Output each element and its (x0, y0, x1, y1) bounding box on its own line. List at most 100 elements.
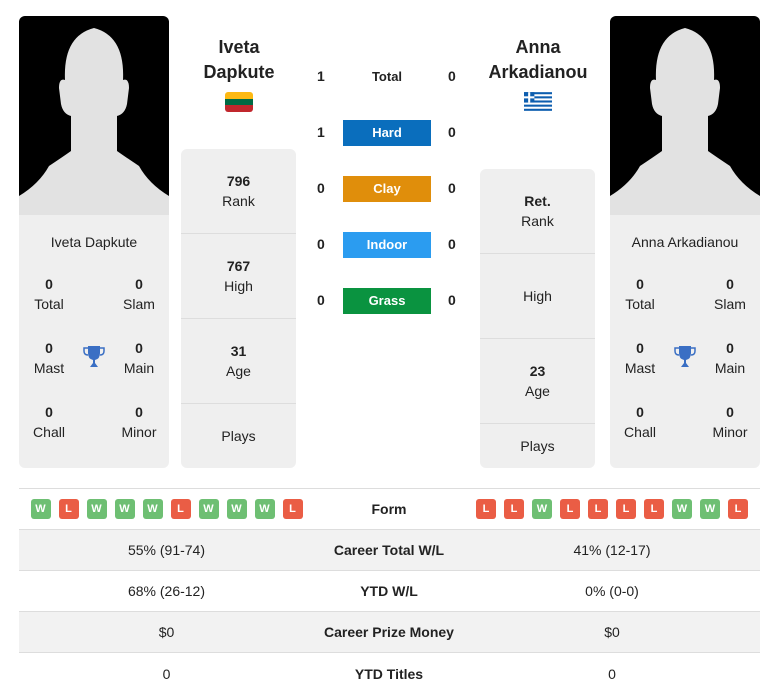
player2-titles-chall: 0 Chall (610, 402, 670, 442)
player2-plays: Plays (480, 424, 595, 468)
label: Mast (33, 360, 65, 376)
player2-header-name[interactable]: Anna Arkadianou (468, 35, 608, 85)
value: 0 (135, 404, 143, 420)
label: Age (525, 383, 550, 399)
p2-value: 0 (448, 236, 456, 252)
label: Chall (33, 424, 65, 440)
surface-grass-badge[interactable]: Grass (343, 288, 431, 314)
h2h-total-row: 1 Total 0 (300, 64, 475, 90)
value: 0 (45, 340, 53, 356)
p2-value: 0 (448, 180, 456, 196)
value: 0 (726, 340, 734, 356)
lithuania-flag-icon (225, 92, 253, 112)
avatar-silhouette-icon (19, 28, 169, 215)
form-win-badge[interactable]: W (142, 499, 163, 519)
value: 0 (726, 404, 734, 420)
h2h-hard-row: 1 Hard 0 (300, 120, 475, 146)
p1-value: 0 (317, 180, 325, 196)
form-win-badge[interactable]: W (114, 499, 135, 519)
player2-age: 23 Age (480, 339, 595, 424)
row-label: Career Total W/L (333, 542, 445, 558)
player2-titles-slam: 0 Slam (700, 274, 760, 314)
form-loss-badge[interactable]: L (588, 499, 608, 519)
p2-value: 0 (448, 124, 456, 140)
player2-full-name[interactable]: Anna Arkadianou (610, 234, 760, 254)
trophy-icon (83, 346, 105, 367)
player1-high: 767 High (181, 234, 296, 319)
player1-titles-main: 0 Main (109, 338, 169, 378)
table-row: 68% (26-12) YTD W/L 0% (0-0) (19, 571, 760, 612)
label: Total (34, 296, 64, 312)
value: 767 (226, 258, 251, 274)
value: 0 (636, 404, 644, 420)
player1-titles-chall: 0 Chall (19, 402, 79, 442)
table-row: $0 Career Prize Money $0 (19, 612, 760, 653)
surface-clay-badge[interactable]: Clay (343, 176, 431, 202)
value: 0 (636, 340, 644, 356)
label: Age (226, 363, 251, 379)
table-row: 0 YTD Titles 0 (19, 653, 760, 694)
form-loss-badge[interactable]: L (504, 499, 524, 519)
value: Ret. (524, 193, 551, 209)
player1-value: $0 (158, 624, 175, 640)
form-loss-badge[interactable]: L (170, 499, 191, 519)
player2-card: Anna Arkadianou 0 Total 0 Slam 0 Mast 0 … (610, 16, 760, 468)
form-win-badge[interactable]: W (254, 499, 275, 519)
player1-titles-total: 0 Total (19, 274, 79, 314)
surface-indoor-badge[interactable]: Indoor (343, 232, 431, 258)
player1-plays: Plays (181, 404, 296, 468)
p2-value: 0 (448, 292, 456, 308)
label: Rank (521, 213, 554, 229)
label: High (523, 288, 552, 304)
player1-value: 55% (91-74) (127, 542, 206, 558)
player1-value: 68% (26-12) (127, 583, 206, 599)
form-win-badge[interactable]: W (86, 499, 107, 519)
value: 0 (726, 276, 734, 292)
table-row: 55% (91-74) Career Total W/L 41% (12-17) (19, 530, 760, 571)
player1-rank: 796 Rank (181, 149, 296, 234)
player2-titles-total: 0 Total (610, 274, 670, 314)
label: Mast (624, 360, 656, 376)
player2-high: High (480, 254, 595, 339)
form-win-badge[interactable]: W (532, 499, 552, 519)
form-win-badge[interactable]: W (672, 499, 692, 519)
form-loss-badge[interactable]: L (282, 499, 303, 519)
p1-value: 0 (317, 236, 325, 252)
form-loss-badge[interactable]: L (616, 499, 636, 519)
player1-full-name[interactable]: Iveta Dapkute (19, 234, 169, 254)
value: 0 (135, 276, 143, 292)
player1-titles-slam: 0 Slam (109, 274, 169, 314)
row-label: YTD W/L (360, 583, 418, 599)
form-label: Form (371, 501, 407, 517)
avatar-silhouette-icon (610, 28, 760, 215)
form-win-badge[interactable]: W (700, 499, 720, 519)
player2-form: LLWLLLLWWL (464, 499, 760, 519)
player2-stats: Ret. Rank High 23 Age Plays (480, 169, 595, 468)
form-win-badge[interactable]: W (198, 499, 219, 519)
form-win-badge[interactable]: W (226, 499, 247, 519)
player1-header-name[interactable]: Iveta Dapkute (169, 35, 309, 85)
comparison-table: WLWWWLWWWL Form LLWLLLLWWL 55% (91-74) C… (19, 488, 760, 694)
label: Main (123, 360, 155, 376)
player2-rank: Ret. Rank (480, 169, 595, 254)
label: Chall (624, 424, 656, 440)
label: Plays (520, 438, 555, 454)
h2h-indoor-row: 0 Indoor 0 (300, 232, 475, 258)
player1-form: WLWWWLWWWL (19, 499, 314, 519)
last-name: Dapkute (203, 62, 275, 82)
label: Minor (712, 424, 748, 440)
form-win-badge[interactable]: W (30, 499, 51, 519)
form-loss-badge[interactable]: L (644, 499, 664, 519)
form-loss-badge[interactable]: L (728, 499, 748, 519)
form-loss-badge[interactable]: L (476, 499, 496, 519)
trophy-icon (674, 346, 696, 367)
value: 0 (45, 404, 53, 420)
label: Plays (221, 428, 256, 444)
player1-value: 0 (162, 665, 171, 682)
player2-photo[interactable] (610, 16, 760, 215)
surface-hard-badge[interactable]: Hard (343, 120, 431, 146)
form-loss-badge[interactable]: L (58, 499, 79, 519)
p1-value: 0 (317, 292, 325, 308)
player1-photo[interactable] (19, 16, 169, 215)
form-loss-badge[interactable]: L (560, 499, 580, 519)
